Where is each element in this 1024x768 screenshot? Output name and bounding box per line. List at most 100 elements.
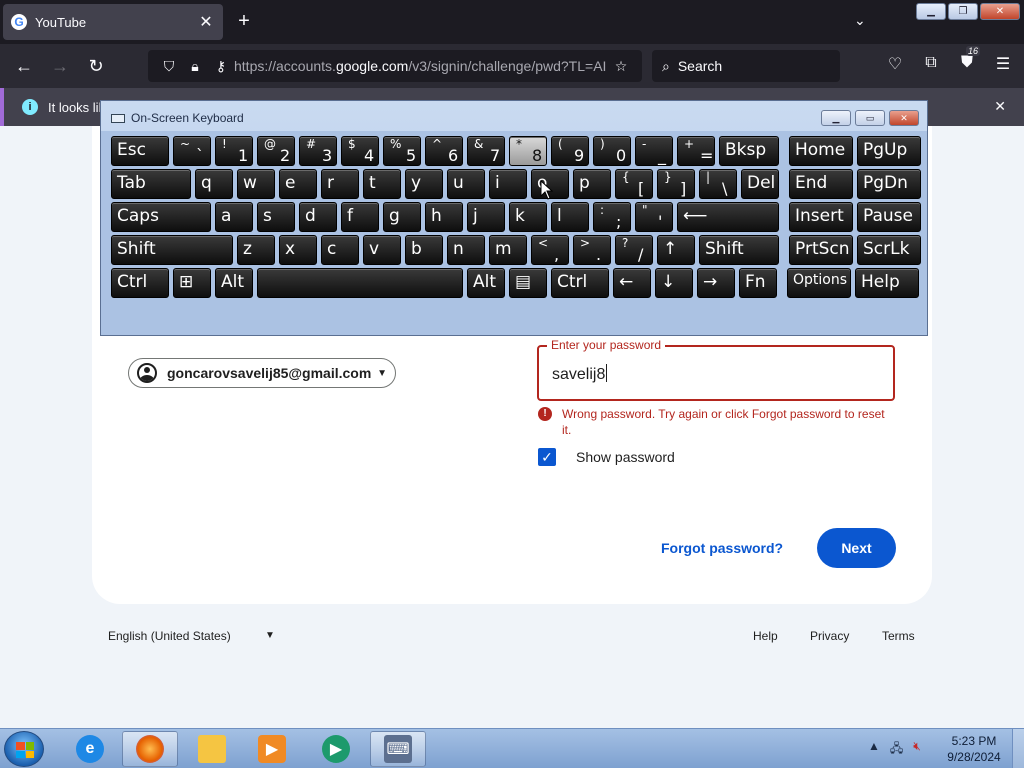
key-5[interactable]: % 5 — [383, 136, 421, 166]
key-right[interactable]: → — [697, 268, 735, 298]
show-desktop-button[interactable] — [1012, 729, 1024, 768]
key-semicolon[interactable]: :; — [593, 202, 631, 232]
key-lalt[interactable]: Alt — [215, 268, 253, 298]
key-z[interactable]: z — [237, 235, 275, 265]
close-notification-icon[interactable]: ✕ — [994, 98, 1006, 115]
key-rshift[interactable]: Shift — [699, 235, 779, 265]
key-insert[interactable]: Insert — [789, 202, 853, 232]
key-h[interactable]: h — [425, 202, 463, 232]
password-input[interactable]: Enter your password savelij8 — [537, 338, 895, 401]
account-chip[interactable]: goncarovsavelij85@gmail.com ▼ — [128, 358, 396, 388]
start-button[interactable] — [4, 731, 44, 767]
minimize-button[interactable]: ▁ — [916, 3, 946, 20]
key-prtscn[interactable]: PrtScn — [789, 235, 853, 265]
next-button[interactable]: Next — [817, 528, 896, 568]
key-tilde[interactable]: ~ ` — [173, 136, 211, 166]
taskbar-media-player[interactable]: ▶ — [244, 731, 300, 767]
key-2[interactable]: @2 — [257, 136, 295, 166]
key-a[interactable]: a — [215, 202, 253, 232]
network-icon[interactable]: 🖧 — [890, 739, 903, 760]
key-period[interactable]: >. — [573, 235, 611, 265]
key-caps[interactable]: Caps — [111, 202, 211, 232]
key-d[interactable]: d — [299, 202, 337, 232]
taskbar-firefox[interactable] — [122, 731, 178, 767]
key-b[interactable]: b — [405, 235, 443, 265]
permissions-key-icon[interactable]: ⚷ — [208, 58, 234, 75]
key-menu[interactable]: ▤ — [509, 268, 547, 298]
osk-minimize-button[interactable]: ▁ — [821, 110, 851, 126]
url-text[interactable]: https://accounts.google.com/v3/signin/ch… — [234, 58, 608, 74]
key-comma[interactable]: <, — [531, 235, 569, 265]
chevron-down-icon[interactable]: ▼ — [265, 630, 275, 641]
key-pause[interactable]: Pause — [857, 202, 921, 232]
key-help[interactable]: Help — [855, 268, 919, 298]
key-end[interactable]: End — [789, 169, 853, 199]
key-up[interactable]: ↑ — [657, 235, 695, 265]
osk-maximize-button[interactable]: ▭ — [855, 110, 885, 126]
key-e[interactable]: e — [279, 169, 317, 199]
key-rbracket[interactable]: }] — [657, 169, 695, 199]
key-t[interactable]: t — [363, 169, 401, 199]
shield-icon[interactable]: ⛉ — [156, 58, 182, 75]
key-0[interactable]: ) 0 — [593, 136, 631, 166]
key-k[interactable]: k — [509, 202, 547, 232]
close-window-button[interactable]: ✕ — [980, 3, 1020, 20]
pocket-icon[interactable]: ♡ — [882, 54, 908, 74]
key-fn[interactable]: Fn — [739, 268, 777, 298]
key-down[interactable]: ↓ — [655, 268, 693, 298]
key-enter[interactable]: ⟵ — [677, 202, 779, 232]
key-p[interactable]: p — [573, 169, 611, 199]
key-tab[interactable]: Tab — [111, 169, 191, 199]
key-q[interactable]: q — [195, 169, 233, 199]
show-password-checkbox[interactable]: ✓ — [538, 448, 556, 466]
key-ralt[interactable]: Alt — [467, 268, 505, 298]
key-8[interactable]: * 8 — [509, 136, 547, 166]
key-home[interactable]: Home — [789, 136, 853, 166]
key-r[interactable]: r — [321, 169, 359, 199]
key-v[interactable]: v — [363, 235, 401, 265]
key-options[interactable]: Options — [787, 268, 851, 298]
key-s[interactable]: s — [257, 202, 295, 232]
key-y[interactable]: y — [405, 169, 443, 199]
tab-youtube[interactable]: G YouTube ✕ — [3, 4, 223, 40]
list-tabs-icon[interactable]: ⌄ — [854, 12, 866, 29]
forgot-password-link[interactable]: Forgot password? — [661, 540, 783, 556]
taskbar-internet-explorer[interactable]: e — [62, 731, 118, 767]
osk-title-bar[interactable]: On-Screen Keyboard — [111, 111, 244, 125]
lock-icon[interactable]: 🔒︎ — [182, 58, 208, 75]
key-g[interactable]: g — [383, 202, 421, 232]
key-del[interactable]: Del — [741, 169, 779, 199]
privacy-link[interactable]: Privacy — [810, 629, 849, 643]
show-password-row[interactable]: ✓ Show password — [538, 448, 675, 466]
language-select[interactable]: English (United States) — [108, 629, 231, 643]
taskbar-explorer[interactable] — [184, 731, 240, 767]
back-icon[interactable]: ← — [6, 56, 42, 77]
key-1[interactable]: ! 1 — [215, 136, 253, 166]
key-9[interactable]: (9 — [551, 136, 589, 166]
extensions-icon[interactable]: ⧉ — [918, 54, 944, 74]
key-c[interactable]: c — [321, 235, 359, 265]
show-password-label[interactable]: Show password — [576, 449, 675, 465]
forward-icon[interactable]: → — [42, 56, 78, 77]
key-l[interactable]: l — [551, 202, 589, 232]
key-win[interactable]: ⊞ — [173, 268, 211, 298]
key-space[interactable] — [257, 268, 463, 298]
close-tab-icon[interactable]: ✕ — [197, 12, 215, 32]
key-slash[interactable]: ? / — [615, 235, 653, 265]
key-lshift[interactable]: Shift — [111, 235, 233, 265]
clock[interactable]: 5:23 PM 9/28/2024 — [944, 733, 1004, 765]
key-quote[interactable]: " ' — [635, 202, 673, 232]
reload-icon[interactable]: ↻ — [78, 56, 114, 77]
key-u[interactable]: u — [447, 169, 485, 199]
key-esc[interactable]: Esc — [111, 136, 169, 166]
volume-muted-icon[interactable]: 🔇︎ — [913, 739, 921, 760]
ublock-icon[interactable]: ⛊ 16 — [954, 46, 981, 74]
menu-icon[interactable]: ☰ — [990, 54, 1016, 74]
key-n[interactable]: n — [447, 235, 485, 265]
taskbar-app[interactable]: ▶ — [308, 731, 364, 767]
key-bksp[interactable]: Bksp — [719, 136, 779, 166]
key-6[interactable]: ^ 6 — [425, 136, 463, 166]
bookmark-star-icon[interactable]: ☆ — [608, 58, 634, 75]
key-backslash[interactable]: | \ — [699, 169, 737, 199]
osk-close-button[interactable]: ✕ — [889, 110, 919, 126]
